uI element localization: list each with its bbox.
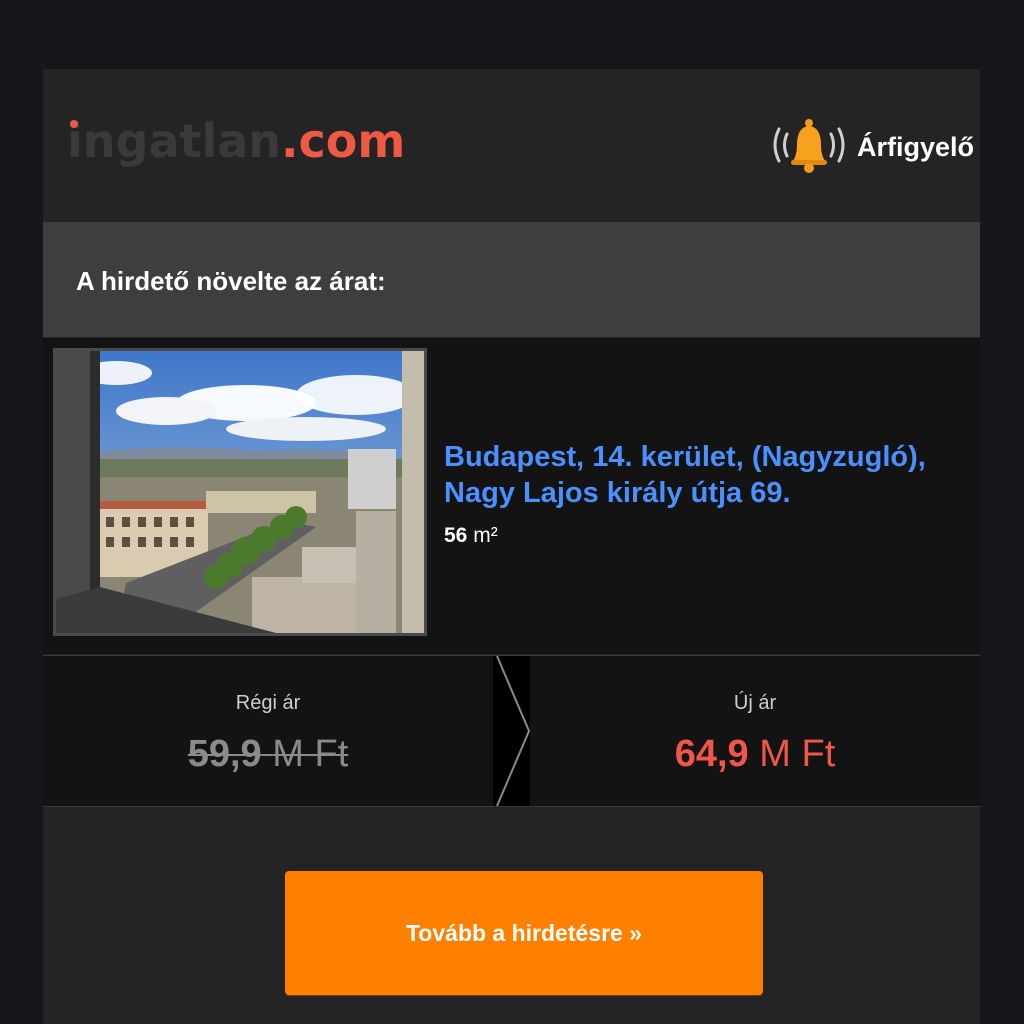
new-price-unit: M Ft	[759, 733, 836, 775]
notice-title: A hirdető növelte az árat:	[76, 266, 386, 296]
logo-dot: .	[281, 114, 299, 168]
logo-i-dot	[70, 120, 78, 128]
chevron-right-icon	[496, 655, 531, 807]
logo-brand: ingatlan	[67, 114, 282, 168]
old-price-label: Régi ár	[235, 692, 301, 714]
size-value: 56	[444, 524, 468, 547]
old-price-block: Régi ár 59,9 M Ft	[43, 656, 493, 806]
bell-ringing-icon	[767, 115, 851, 180]
new-price-label: Új ár	[733, 692, 777, 714]
listing-photo[interactable]	[53, 348, 427, 636]
address-line-1: Budapest, 14. kerület, (Nagyzugló),	[444, 441, 926, 473]
price-watch[interactable]: Árfigyelő	[767, 117, 974, 177]
listing-size: 56 m²	[444, 524, 498, 548]
size-unit: m²	[473, 524, 498, 547]
price-comparison: Régi ár 59,9 M Ft Új ár 64,9 M Ft	[43, 655, 980, 807]
new-price-value: 64,9 M Ft	[530, 733, 980, 776]
ingatlan-logo[interactable]: ingatlan.com	[67, 111, 405, 171]
listing-address-link[interactable]: Budapest, 14. kerület, (Nagyzugló), Nagy…	[444, 439, 974, 511]
new-price-block: Új ár 64,9 M Ft	[530, 656, 980, 806]
logo-tld: com	[298, 114, 406, 168]
address-line-2: Nagy Lajos király útja 69.	[444, 477, 791, 509]
notice-bar: A hirdető növelte az árat:	[43, 222, 980, 337]
email-card: ingatlan.com Árfigyelő A hirdető növelte	[43, 69, 980, 1024]
old-price-unit: M Ft	[272, 733, 349, 775]
view-listing-button[interactable]: Tovább a hirdetésre »	[285, 871, 763, 995]
header: ingatlan.com Árfigyelő	[43, 69, 980, 221]
old-price-value: 59,9 M Ft	[43, 733, 493, 776]
cta-area: Tovább a hirdetésre »	[43, 807, 980, 1024]
listing-summary: Budapest, 14. kerület, (Nagyzugló), Nagy…	[43, 338, 980, 654]
old-price-number: 59,9	[187, 733, 262, 775]
arrow-separator	[493, 655, 531, 807]
new-price-number: 64,9	[674, 733, 749, 775]
price-watch-label: Árfigyelő	[856, 131, 974, 162]
